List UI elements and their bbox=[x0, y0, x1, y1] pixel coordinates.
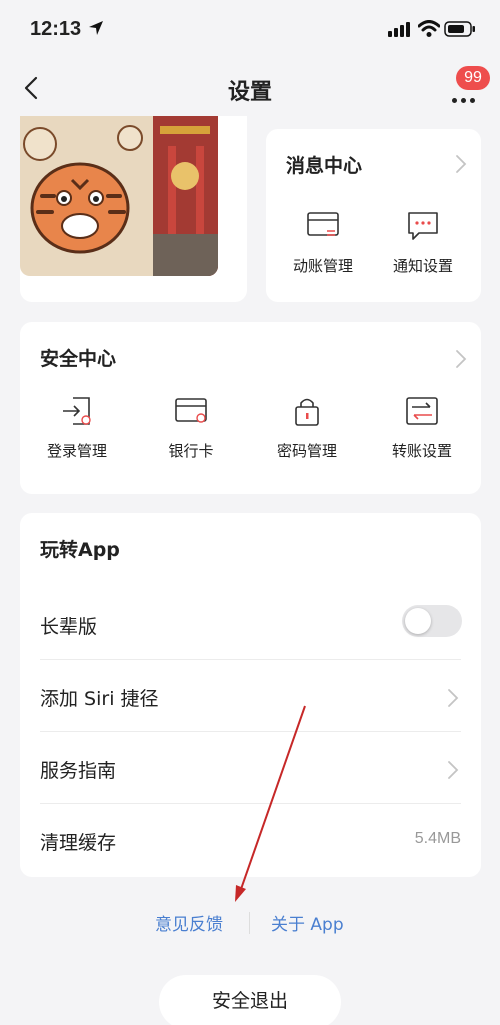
elder-mode-toggle[interactable] bbox=[402, 605, 462, 637]
play-app-card: 玩转App 长辈版 添加 Siri 捷径 服务指南 清理缓存 5.4MB bbox=[20, 513, 481, 877]
chevron-right-icon bbox=[456, 350, 467, 368]
play-app-title: 玩转App bbox=[40, 539, 120, 561]
cache-size-value: 5.4MB bbox=[414, 830, 461, 847]
status-time: 12:13 bbox=[30, 18, 82, 40]
logout-button[interactable]: 安全退出 bbox=[159, 975, 341, 1025]
siri-shortcut-label: 添加 Siri 捷径 bbox=[40, 688, 159, 710]
feedback-link[interactable]: 意见反馈 bbox=[155, 910, 223, 935]
notification-settings-tile[interactable]: 通知设置 bbox=[373, 209, 473, 276]
clear-cache-label: 清理缓存 bbox=[40, 832, 117, 854]
elder-mode-row: 长辈版 bbox=[20, 588, 481, 660]
bank-card-tile[interactable]: 银行卡 bbox=[141, 394, 241, 461]
clear-cache-row[interactable]: 清理缓存 5.4MB bbox=[20, 804, 481, 876]
service-guide-label: 服务指南 bbox=[40, 760, 117, 782]
account-activity-label: 动账管理 bbox=[292, 257, 353, 275]
notification-settings-label: 通知设置 bbox=[392, 257, 453, 275]
about-app-link[interactable]: 关于 App bbox=[271, 910, 344, 935]
account-activity-tile[interactable]: 动账管理 bbox=[273, 209, 373, 276]
message-center-title: 消息中心 bbox=[286, 155, 363, 177]
battery-icon bbox=[444, 21, 476, 37]
message-center-card[interactable]: 消息中心 动账管理 通知设置 bbox=[266, 129, 481, 302]
bank-card-label: 银行卡 bbox=[168, 442, 214, 460]
security-center-title: 安全中心 bbox=[40, 348, 117, 370]
transfer-settings-tile[interactable]: 转账设置 bbox=[372, 394, 472, 461]
tiger-banner-image bbox=[20, 116, 218, 276]
notification-badge: 99 bbox=[456, 66, 490, 90]
transfer-icon bbox=[406, 397, 438, 425]
login-management-label: 登录管理 bbox=[46, 442, 107, 460]
chat-bubble-icon bbox=[408, 212, 438, 240]
nav-bar: 设置 bbox=[0, 60, 500, 116]
bank-card-icon bbox=[175, 398, 207, 423]
card-transfer-icon bbox=[307, 212, 339, 236]
transfer-settings-label: 转账设置 bbox=[391, 442, 452, 460]
page-title: 设置 bbox=[227, 80, 272, 105]
password-management-tile[interactable]: 密码管理 bbox=[257, 394, 357, 461]
location-arrow-icon bbox=[88, 20, 104, 36]
password-management-label: 密码管理 bbox=[276, 442, 337, 460]
toggle-knob bbox=[405, 608, 431, 634]
elder-mode-label: 长辈版 bbox=[40, 616, 98, 638]
login-management-tile[interactable]: 登录管理 bbox=[27, 394, 127, 461]
chevron-right-icon bbox=[448, 761, 459, 779]
chevron-right-icon bbox=[448, 689, 459, 707]
lock-icon bbox=[295, 398, 319, 426]
service-guide-row[interactable]: 服务指南 bbox=[20, 732, 481, 804]
link-separator bbox=[249, 912, 250, 934]
siri-shortcut-row[interactable]: 添加 Siri 捷径 bbox=[20, 660, 481, 732]
chevron-right-icon bbox=[456, 155, 467, 173]
cellular-signal-icon bbox=[388, 22, 412, 38]
security-center-card[interactable]: 安全中心 登录管理 银行卡 密码管理 转账设置 bbox=[20, 322, 481, 494]
status-bar: 12:13 bbox=[0, 0, 500, 60]
more-dots-icon bbox=[452, 98, 457, 103]
login-icon bbox=[63, 397, 91, 425]
footer-links: 意见反馈 关于 App bbox=[0, 910, 500, 940]
promo-banner-card[interactable] bbox=[20, 116, 247, 302]
wifi-icon bbox=[418, 20, 440, 38]
